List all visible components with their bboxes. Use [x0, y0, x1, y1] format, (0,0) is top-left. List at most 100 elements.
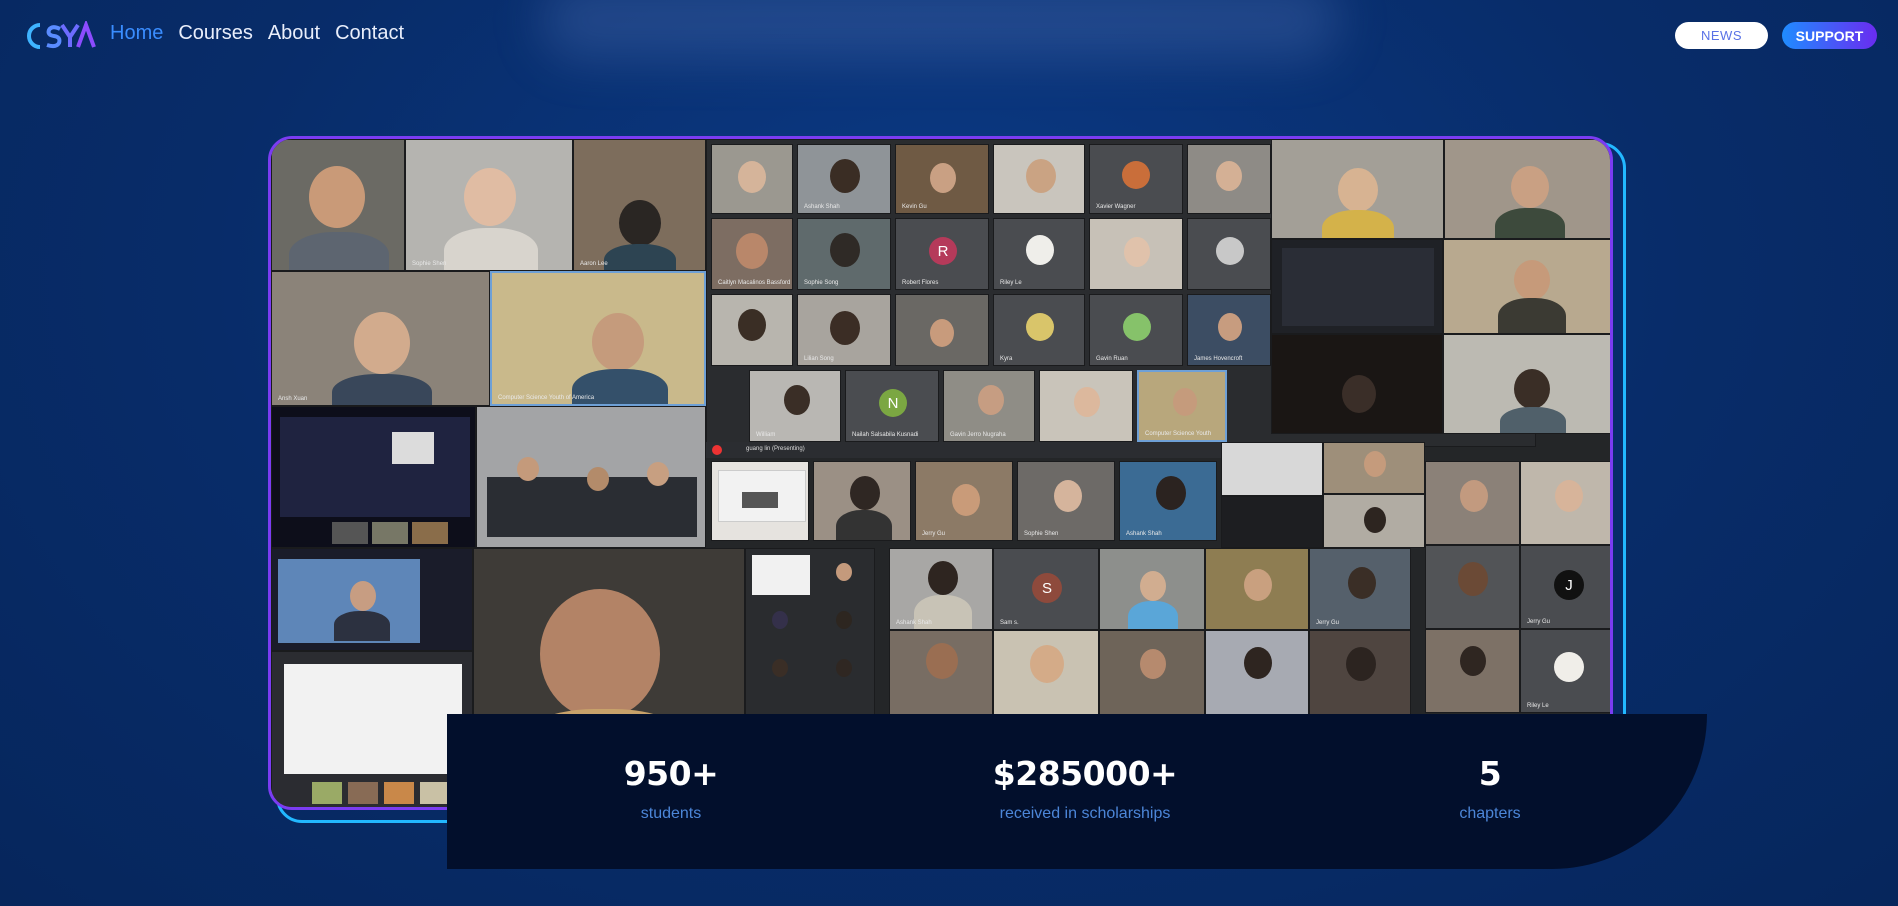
- stat-students: 950+ students: [511, 754, 831, 823]
- participant-name: Sam s.: [1000, 620, 1019, 626]
- participant-name: Jerry Gu: [1527, 619, 1551, 625]
- video-tile: [1425, 545, 1520, 629]
- video-tile: [1443, 334, 1610, 434]
- video-tile: Caitlyn Macalinos Bassford: [711, 218, 793, 290]
- participant-name: Caitlyn Macalinos Bassford: [718, 280, 791, 286]
- video-tile: [1444, 139, 1610, 239]
- video-tile: Jerry Gu: [1309, 548, 1411, 630]
- record-icon: [712, 445, 722, 455]
- stat-value: 5: [1478, 754, 1502, 793]
- video-call-collage: Sophie Shen Aaron Lee Ansh Xuan Computer…: [268, 136, 1613, 810]
- news-button[interactable]: NEWS: [1675, 22, 1768, 49]
- video-tile: James Hovencroft: [1187, 294, 1271, 366]
- participant-name: Gavin Ruan: [1096, 356, 1128, 362]
- video-tile: [1039, 370, 1133, 442]
- stat-scholarships: $285000+ received in scholarships: [925, 754, 1245, 823]
- participant-name: Nailah Salsabila Kusnadi: [852, 432, 919, 438]
- participant-name: Computer Science Youth: [1145, 431, 1212, 437]
- video-tile: [1271, 334, 1443, 434]
- nav-about[interactable]: About: [268, 22, 320, 45]
- video-tile: Xavier Wagner: [1089, 144, 1183, 214]
- nav-home[interactable]: Home: [110, 22, 163, 45]
- participant-name: William: [756, 432, 776, 438]
- stats-panel: 950+ students $285000+ received in schol…: [447, 714, 1707, 869]
- participant-name: Sophie Shen: [412, 261, 447, 267]
- video-tile: William: [749, 370, 841, 442]
- video-tile: [1205, 548, 1309, 630]
- video-tile: [813, 461, 911, 541]
- video-tile: Jerry Gu: [915, 461, 1013, 541]
- video-tile: [1271, 139, 1444, 239]
- video-tile: [1221, 496, 1323, 548]
- participant-name: Kyra: [1000, 356, 1013, 362]
- video-tile: [1323, 494, 1425, 548]
- video-tile: [1443, 239, 1610, 334]
- video-tile: [271, 548, 473, 651]
- participant-name: Gavin Jerro Nugraha: [950, 432, 1006, 438]
- stat-chapters: 5 chapters: [1330, 754, 1650, 823]
- video-tile: [1323, 442, 1425, 494]
- video-tile: Computer Science Youth of America: [490, 271, 706, 406]
- participant-name: Computer Science Youth of America: [498, 395, 595, 401]
- stat-value: $285000+: [992, 754, 1178, 793]
- header-glow: [540, 0, 1340, 60]
- screen-share-tile: [271, 406, 476, 548]
- stat-value: 950+: [623, 754, 719, 793]
- stat-label: students: [640, 805, 702, 822]
- video-tile: N Nailah Salsabila Kusnadi: [845, 370, 939, 442]
- video-tile: Gavin Ruan: [1089, 294, 1183, 366]
- video-tile: [1187, 144, 1271, 214]
- video-tile: Ashank Shah: [1119, 461, 1217, 541]
- participant-name: Kevin Gu: [902, 204, 927, 210]
- video-tile: Lilian Song: [797, 294, 891, 366]
- video-tile: Riley Le: [993, 218, 1085, 290]
- participant-name: Ashank Shah: [896, 620, 932, 626]
- participant-name: Sophie Shen: [1024, 531, 1059, 537]
- participant-name: Xavier Wagner: [1096, 204, 1136, 210]
- participant-name: Aaron Lee: [580, 261, 608, 267]
- video-tile: Sophie Shen: [1017, 461, 1115, 541]
- support-button[interactable]: SUPPORT: [1782, 22, 1877, 49]
- participant-name: James Hovencroft: [1194, 356, 1243, 362]
- main-nav: Home Courses About Contact: [110, 22, 404, 45]
- video-tile: Aaron Lee: [573, 139, 706, 271]
- video-tile: Kyra: [993, 294, 1085, 366]
- brand-logo[interactable]: OSYA: [26, 20, 96, 52]
- video-tile: [895, 294, 989, 366]
- video-tile: [1425, 461, 1520, 545]
- screen-share-tile: [1221, 442, 1323, 496]
- participant-name: Riley Le: [1527, 703, 1549, 709]
- video-tile: [1089, 218, 1183, 290]
- participant-name: Ashank Shah: [1126, 531, 1162, 537]
- video-tile: Sophie Song: [797, 218, 891, 290]
- video-tile: S Sam s.: [993, 548, 1099, 630]
- video-tile: [271, 139, 405, 271]
- video-tile: Ashank Shah: [889, 548, 993, 630]
- video-tile: [476, 406, 706, 548]
- presenter-label: guang lin (Presenting): [746, 446, 805, 452]
- video-tile: R Robert Flores: [895, 218, 989, 290]
- screen-share-tile: [1271, 239, 1443, 334]
- video-tile: [711, 144, 793, 214]
- video-tile: [993, 144, 1085, 214]
- logo-mark-icon: [27, 21, 96, 49]
- participant-name: Robert Flores: [902, 280, 939, 286]
- video-tile: [1187, 218, 1271, 290]
- participant-name: Ashank Shah: [804, 204, 840, 210]
- video-tile: Riley Le: [1520, 629, 1610, 713]
- participant-name: Sophie Song: [804, 280, 839, 286]
- participant-name: Riley Le: [1000, 280, 1022, 286]
- video-tile: [711, 294, 793, 366]
- video-tile: Gavin Jerro Nugraha: [943, 370, 1035, 442]
- video-tile: J Jerry Gu: [1520, 545, 1610, 629]
- nav-contact[interactable]: Contact: [335, 22, 404, 45]
- video-tile: [1425, 629, 1520, 713]
- stat-label: received in scholarships: [999, 805, 1171, 822]
- nav-courses[interactable]: Courses: [178, 22, 252, 45]
- video-tile: Sophie Shen: [405, 139, 573, 271]
- participant-name: Lilian Song: [804, 356, 834, 362]
- screen-share-tile: [711, 461, 809, 541]
- video-tile: Ashank Shah: [797, 144, 891, 214]
- screen-share-tile: [271, 651, 473, 807]
- participant-name: Ansh Xuan: [278, 396, 308, 402]
